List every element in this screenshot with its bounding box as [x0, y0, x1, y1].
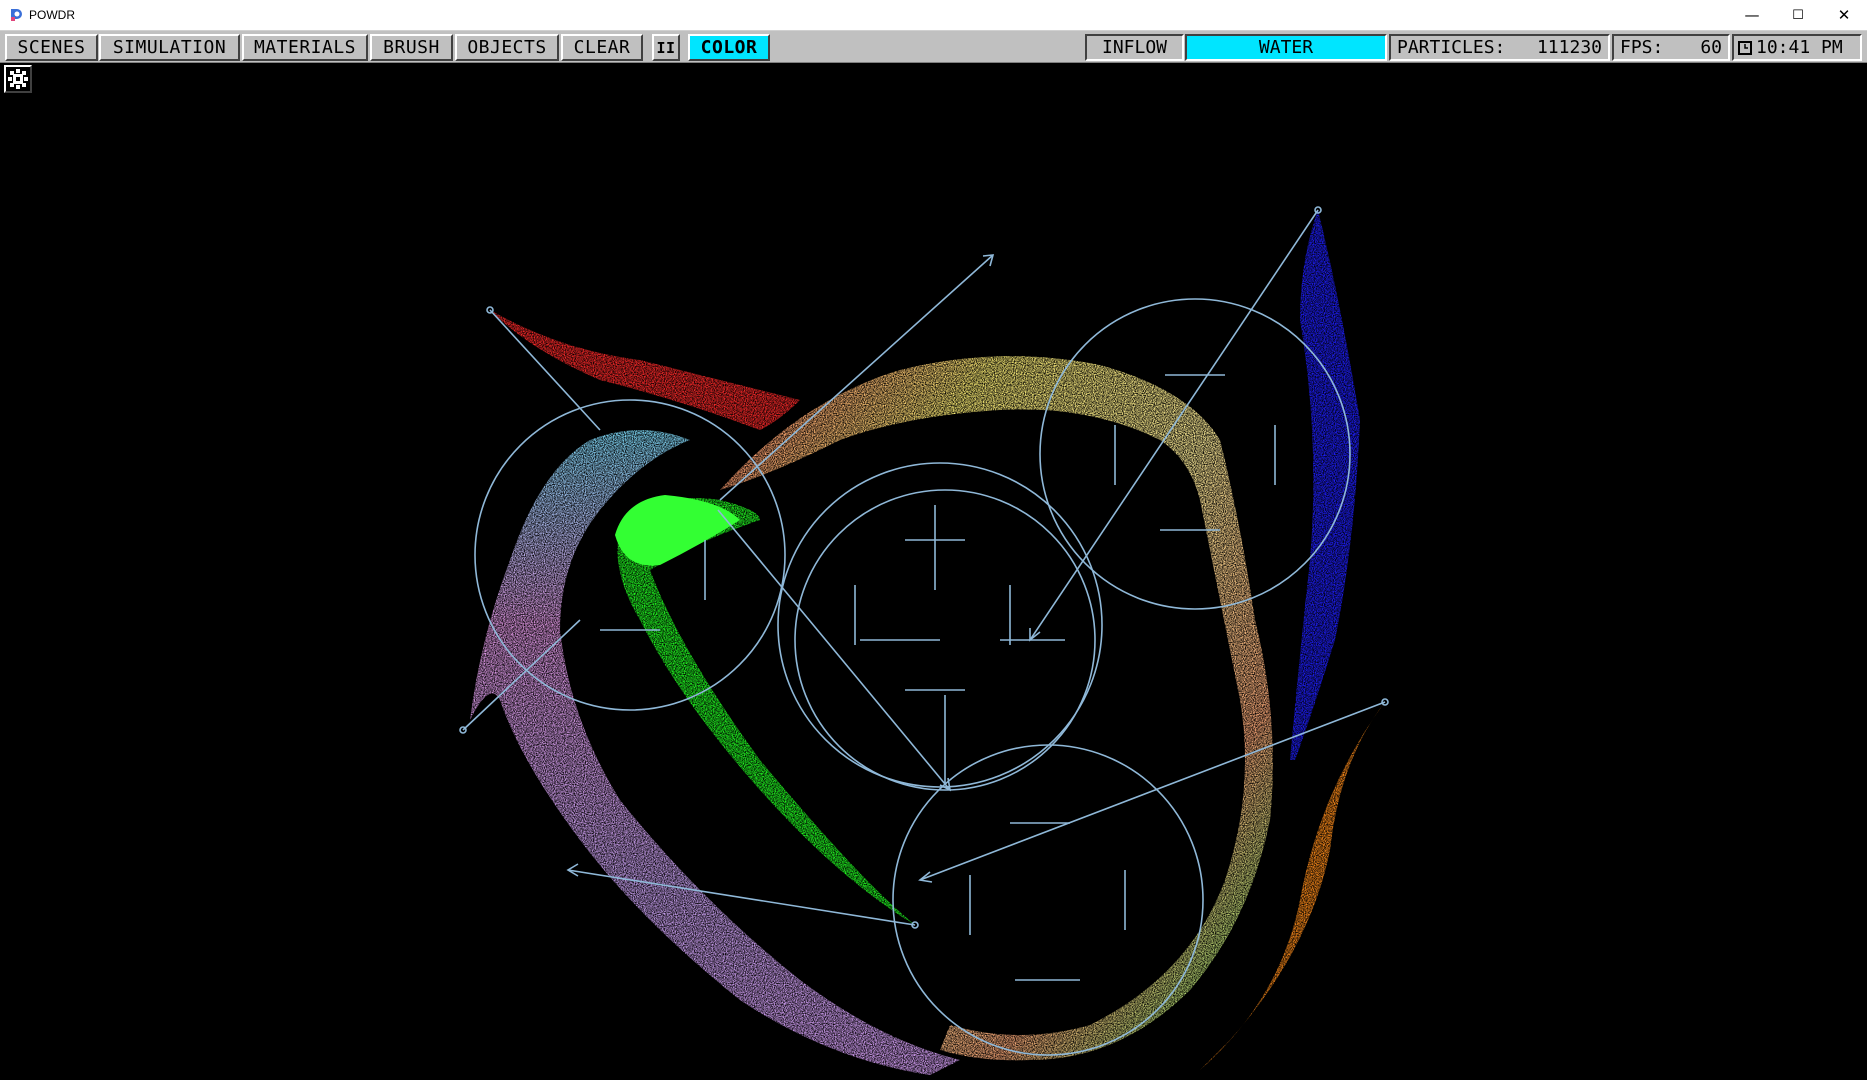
- rainbow-particle-ring: [720, 356, 1273, 1061]
- clock-time: 10:41 PM: [1756, 37, 1843, 58]
- inflow-toggle[interactable]: INFLOW: [1085, 34, 1184, 61]
- maximize-button[interactable]: ☐: [1775, 0, 1821, 30]
- particle-streams: [470, 210, 1385, 1075]
- brush-menu-button[interactable]: BRUSH: [370, 34, 453, 61]
- fps-counter: FPS: 60: [1612, 34, 1730, 61]
- fps-value: 60: [1700, 37, 1722, 58]
- clock-icon: [1738, 40, 1752, 55]
- powdr-logo-icon: [11, 9, 22, 21]
- particles-label: PARTICLES:: [1397, 37, 1506, 58]
- materials-menu-button[interactable]: MATERIALS: [242, 34, 368, 61]
- simulation-menu-button[interactable]: SIMULATION: [99, 34, 240, 61]
- main-toolbar: SCENES SIMULATION MATERIALS BRUSH OBJECT…: [0, 31, 1867, 63]
- clear-button[interactable]: CLEAR: [561, 34, 643, 61]
- close-button[interactable]: ✕: [1821, 0, 1867, 30]
- clock-display: 10:41 PM: [1732, 34, 1862, 61]
- minimize-button[interactable]: —: [1729, 0, 1775, 30]
- color-mode-button[interactable]: COLOR: [688, 34, 770, 61]
- pause-button[interactable]: II: [652, 34, 680, 61]
- particle-counter: PARTICLES: 111230: [1389, 34, 1610, 61]
- vortex-tick: [969, 822, 1126, 981]
- gear-icon: [6, 67, 30, 91]
- vortex-field-circle: [777, 462, 1103, 788]
- fps-label: FPS:: [1620, 37, 1664, 58]
- settings-button[interactable]: [4, 65, 32, 93]
- blue-particle-stream: [1290, 210, 1360, 760]
- red-particle-stream: [490, 310, 800, 430]
- particles-value: 111230: [1536, 37, 1602, 58]
- material-selector[interactable]: WATER: [1185, 34, 1387, 61]
- arrowhead: [1029, 628, 1041, 642]
- window-title: POWDR: [29, 8, 75, 22]
- simulation-canvas[interactable]: [0, 63, 1867, 1080]
- vortex-tick: [854, 505, 1065, 785]
- objects-menu-button[interactable]: OBJECTS: [455, 34, 559, 61]
- window-title-bar[interactable]: POWDR — ☐ ✕: [0, 0, 1867, 31]
- scenes-menu-button[interactable]: SCENES: [5, 34, 98, 61]
